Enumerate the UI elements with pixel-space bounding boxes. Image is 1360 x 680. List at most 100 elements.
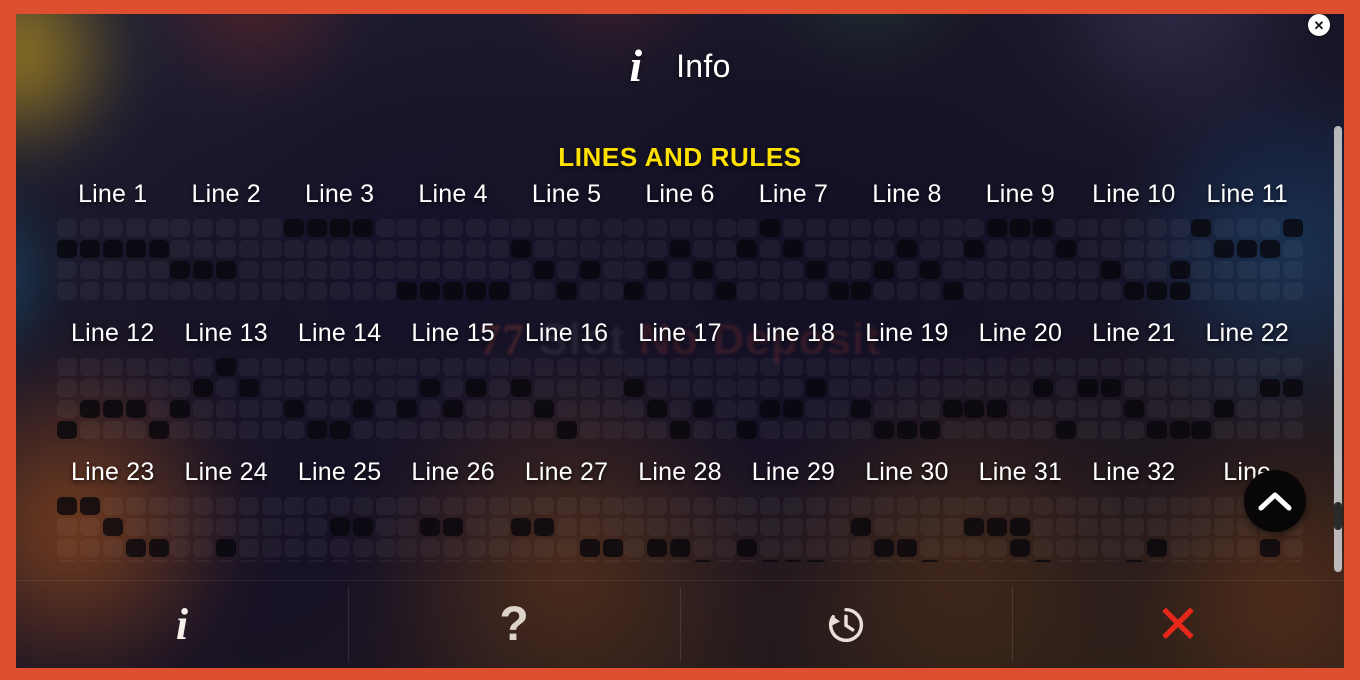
payline-cell	[170, 421, 191, 439]
lines-scroll-region[interactable]: Line 1 Line 2 Line 3 Line 4 Line 5 Line 6 Line…	[16, 180, 1344, 562]
payline-cell	[283, 539, 304, 557]
payline-cell	[79, 421, 100, 439]
payline-cell	[510, 240, 531, 258]
scroll-up-button[interactable]	[1244, 470, 1306, 532]
payline-item[interactable]: Line 4	[396, 180, 510, 319]
payline-cell	[919, 400, 940, 418]
payline-cell	[623, 358, 644, 376]
payline-cell	[1237, 282, 1258, 300]
payline-cell	[623, 379, 644, 397]
payline-cell	[1260, 358, 1281, 376]
payline-cell	[715, 219, 736, 237]
payline-item[interactable]: Line 6	[623, 180, 736, 319]
payline-cell	[102, 282, 123, 300]
payline-cell	[1214, 539, 1235, 557]
payline-cell	[850, 421, 871, 439]
info-dialog-frame: 77 Slot No Deposit i Info LINES AND RULE…	[0, 0, 1360, 680]
payline-cell	[1237, 240, 1258, 258]
payline-cell	[987, 379, 1008, 397]
payline-item[interactable]: Line 3	[283, 180, 396, 319]
payline-item[interactable]: Line 7	[737, 180, 850, 319]
payline-item[interactable]: Line 2	[169, 180, 283, 319]
toolbar-item-history[interactable]	[680, 581, 1012, 668]
toolbar-item-close[interactable]: ✕	[1012, 581, 1344, 668]
payline-item[interactable]: Line 30	[850, 458, 963, 562]
payline-cell	[102, 261, 123, 279]
payline-grid	[964, 497, 1077, 562]
payline-item[interactable]: Line 14	[283, 319, 396, 458]
payline-label: Line 30	[865, 458, 949, 486]
payline-item[interactable]: Line 16	[510, 319, 623, 458]
payline-grid	[397, 219, 510, 300]
payline-cell	[533, 282, 554, 300]
payline-cell	[56, 379, 77, 397]
payline-cell	[1056, 421, 1077, 439]
payline-item[interactable]: Line 27	[510, 458, 623, 562]
payline-cell	[510, 560, 531, 562]
payline-cell	[466, 219, 487, 237]
payline-cell	[216, 261, 237, 279]
payline-cell	[896, 379, 917, 397]
payline-cell	[79, 518, 100, 536]
payline-item[interactable]: Line 1	[56, 180, 169, 319]
toolbar-item-info[interactable]: i	[16, 581, 348, 668]
payline-cell	[1100, 421, 1121, 439]
payline-item[interactable]: Line 23	[56, 458, 169, 562]
payline-grid	[510, 358, 623, 439]
payline-cell	[623, 282, 644, 300]
payline-item[interactable]: Line 5	[510, 180, 623, 319]
payline-cell	[987, 539, 1008, 557]
payline-cell	[1169, 282, 1190, 300]
payline-cell	[623, 539, 644, 557]
payline-label: Line 23	[71, 458, 155, 486]
payline-cell	[489, 518, 510, 536]
payline-cell	[1191, 560, 1212, 562]
payline-label: Line 19	[865, 319, 949, 347]
payline-cell	[1283, 240, 1304, 258]
payline-item[interactable]: Line 21	[1077, 319, 1190, 458]
payline-cell	[987, 240, 1008, 258]
payline-cell	[1169, 240, 1190, 258]
payline-cell	[1260, 282, 1281, 300]
payline-item[interactable]: Line 24	[169, 458, 283, 562]
payline-cell	[1214, 379, 1235, 397]
payline-item[interactable]: Line 29	[737, 458, 850, 562]
payline-cell	[125, 518, 146, 536]
payline-cell	[579, 219, 600, 237]
payline-item[interactable]: Line 13	[169, 319, 283, 458]
payline-grid	[850, 219, 963, 300]
payline-cell	[737, 421, 758, 439]
payline-cell	[783, 219, 804, 237]
payline-item[interactable]: Line 15	[396, 319, 510, 458]
payline-cell	[829, 400, 850, 418]
payline-item[interactable]: Line 25	[283, 458, 396, 562]
payline-cell	[783, 518, 804, 536]
payline-item[interactable]: Line 9	[964, 180, 1077, 319]
payline-cell	[466, 400, 487, 418]
payline-item[interactable]: Line 26	[396, 458, 510, 562]
payline-item[interactable]: Line 17	[623, 319, 736, 458]
page-title: Info	[676, 47, 731, 84]
payline-item[interactable]: Line 12	[56, 319, 169, 458]
payline-cell	[964, 240, 985, 258]
toolbar-item-help[interactable]: ?	[348, 581, 680, 668]
payline-item[interactable]: Line 19	[850, 319, 963, 458]
payline-cell	[329, 539, 350, 557]
payline-cell	[420, 219, 441, 237]
payline-cell	[306, 240, 327, 258]
payline-cell	[56, 240, 77, 258]
payline-item[interactable]: Line 28	[623, 458, 736, 562]
payline-item[interactable]: Line 22	[1191, 319, 1304, 458]
payline-item[interactable]: Line 31	[964, 458, 1077, 562]
scrollbar-thumb[interactable]	[1334, 502, 1342, 530]
payline-item[interactable]: Line 18	[737, 319, 850, 458]
payline-item[interactable]: Line 20	[964, 319, 1077, 458]
payline-item[interactable]: Line 10	[1077, 180, 1190, 319]
close-dialog-button[interactable]: ✕	[1308, 14, 1330, 36]
scrollbar-track[interactable]	[1334, 126, 1342, 572]
payline-item[interactable]: Line 32	[1077, 458, 1190, 562]
payline-item[interactable]: Line 11	[1191, 180, 1304, 319]
payline-grid	[623, 358, 736, 439]
payline-cell	[760, 421, 781, 439]
payline-item[interactable]: Line 8	[850, 180, 963, 319]
